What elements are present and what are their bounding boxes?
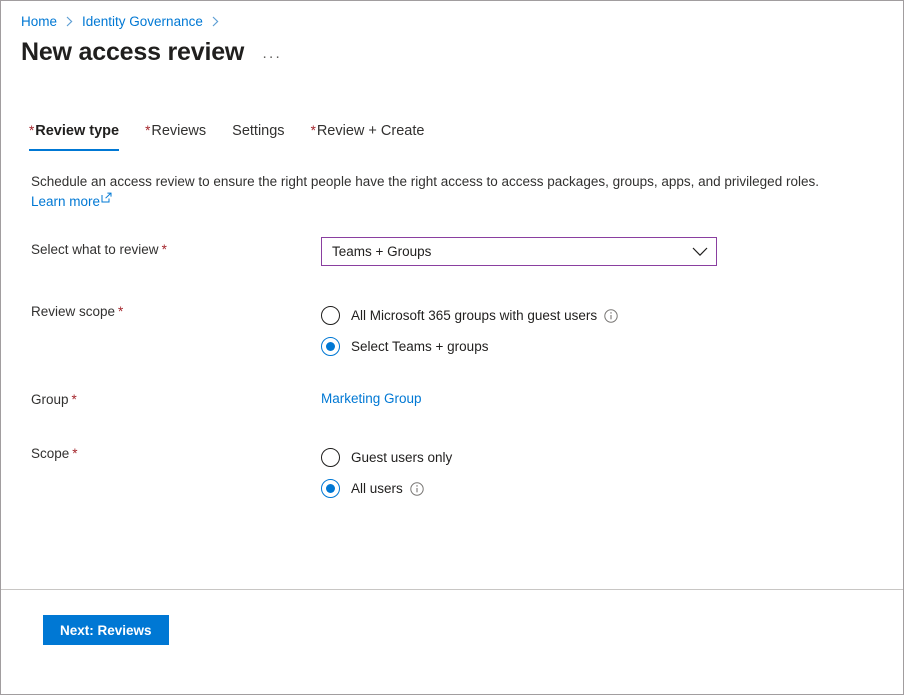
label-group: Group* xyxy=(31,387,321,409)
radio-all-users-label: All users xyxy=(351,481,403,496)
wizard-tabs: *Review type *Reviews Settings *Review +… xyxy=(1,116,903,148)
page-title: New access review xyxy=(21,39,244,67)
radio-mark-unchecked xyxy=(321,448,340,467)
breadcrumb-item-identity-governance[interactable]: Identity Governance xyxy=(82,14,203,29)
tab-review-type-label: Review type xyxy=(35,123,119,139)
radio-select-teams-groups[interactable]: Select Teams + groups xyxy=(321,331,903,362)
label-review-scope-required: * xyxy=(118,304,123,319)
chevron-down-icon xyxy=(692,247,708,257)
label-scope-required: * xyxy=(72,446,77,461)
label-scope-text: Scope xyxy=(31,446,69,461)
radio-guest-users-only-label: Guest users only xyxy=(351,450,452,465)
field-select-what-to-review: Teams + Groups xyxy=(321,237,903,266)
learn-more-label: Learn more xyxy=(31,192,100,212)
label-group-text: Group xyxy=(31,392,69,407)
radio-all-m365-groups-with-guest-users[interactable]: All Microsoft 365 groups with guest user… xyxy=(321,300,903,331)
title-row: New access review ··· xyxy=(1,31,903,71)
row-scope: Scope* Guest users only All users xyxy=(31,441,903,504)
chevron-right-icon-2 xyxy=(212,16,219,27)
tab-settings[interactable]: Settings xyxy=(232,123,284,148)
radio-mark-checked xyxy=(321,337,340,356)
chevron-right-icon xyxy=(66,16,73,27)
row-review-scope: Review scope* All Microsoft 365 groups w… xyxy=(31,299,903,362)
label-select-what-to-review: Select what to review* xyxy=(31,237,321,259)
tab-reviews-label: Reviews xyxy=(151,123,206,139)
radio-all-m365-groups-label: All Microsoft 365 groups with guest user… xyxy=(351,308,597,323)
tab-review-create[interactable]: *Review + Create xyxy=(311,123,425,148)
select-what-to-review-value: Teams + Groups xyxy=(332,244,692,259)
tab-review-create-required: * xyxy=(311,123,316,138)
breadcrumb: Home Identity Governance xyxy=(1,1,903,31)
learn-more-link[interactable]: Learn more xyxy=(31,192,112,212)
tab-reviews-required: * xyxy=(145,123,150,138)
label-group-required: * xyxy=(72,392,77,407)
tab-settings-label: Settings xyxy=(232,123,284,139)
label-scope: Scope* xyxy=(31,441,321,463)
row-group: Group* Marketing Group xyxy=(31,387,903,417)
next-reviews-button[interactable]: Next: Reviews xyxy=(43,615,169,645)
group-value-link[interactable]: Marketing Group xyxy=(321,387,422,406)
field-review-scope: All Microsoft 365 groups with guest user… xyxy=(321,299,903,362)
field-group: Marketing Group xyxy=(321,387,903,408)
label-review-scope: Review scope* xyxy=(31,299,321,321)
breadcrumb-item-home[interactable]: Home xyxy=(21,14,57,29)
new-access-review-window: Home Identity Governance New access revi… xyxy=(0,0,904,695)
tab-review-type-required: * xyxy=(29,123,34,138)
tab-review-create-label: Review + Create xyxy=(317,123,425,139)
radio-select-teams-groups-label: Select Teams + groups xyxy=(351,339,488,354)
external-link-icon xyxy=(101,192,112,203)
description-block: Schedule an access review to ensure the … xyxy=(1,172,903,211)
review-type-form: Select what to review* Teams + Groups Re… xyxy=(1,237,903,504)
label-select-what-to-review-required: * xyxy=(162,242,167,257)
row-select-what-to-review: Select what to review* Teams + Groups xyxy=(31,237,903,267)
radio-all-users[interactable]: All users xyxy=(321,473,903,504)
radio-mark-unchecked xyxy=(321,306,340,325)
label-review-scope-text: Review scope xyxy=(31,304,115,319)
footer: Next: Reviews xyxy=(1,590,903,645)
select-what-to-review-dropdown[interactable]: Teams + Groups xyxy=(321,237,717,266)
field-scope: Guest users only All users xyxy=(321,441,903,504)
tab-reviews[interactable]: *Reviews xyxy=(145,123,206,148)
more-options-button[interactable]: ··· xyxy=(262,49,282,64)
radio-guest-users-only[interactable]: Guest users only xyxy=(321,442,903,473)
description-text: Schedule an access review to ensure the … xyxy=(31,172,883,192)
radio-mark-checked xyxy=(321,479,340,498)
label-select-what-to-review-text: Select what to review xyxy=(31,242,159,257)
info-icon[interactable] xyxy=(604,309,618,323)
info-icon[interactable] xyxy=(410,482,424,496)
tab-review-type[interactable]: *Review type xyxy=(29,123,119,148)
